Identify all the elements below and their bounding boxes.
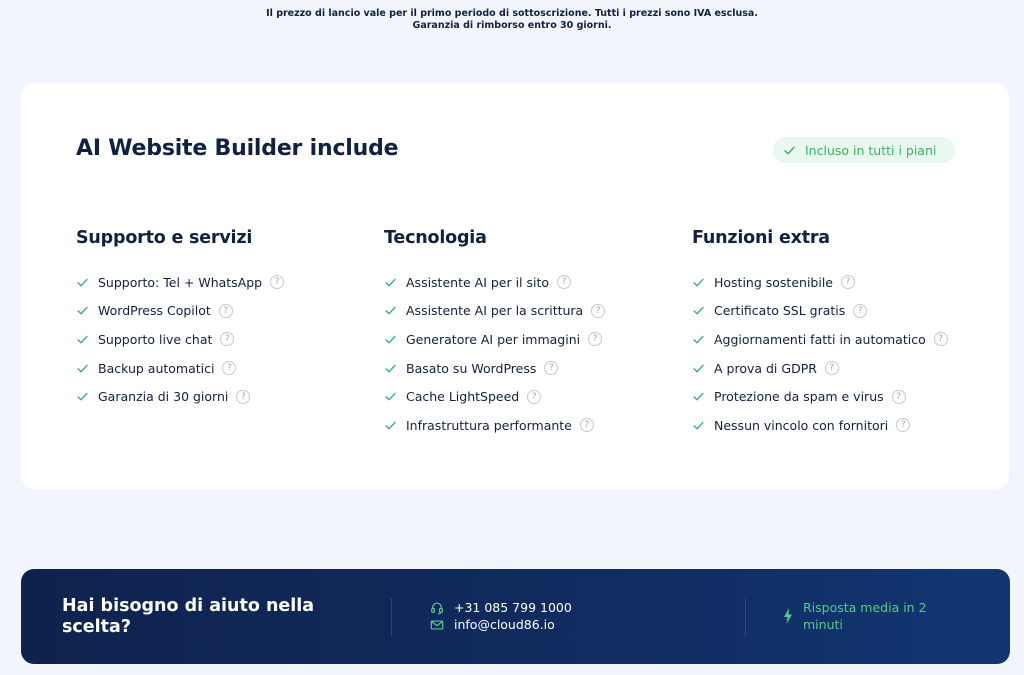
feature-label: Cache LightSpeed — [406, 389, 520, 405]
check-icon — [693, 335, 704, 344]
mail-icon — [430, 619, 444, 630]
feature-label: Basato su WordPress — [406, 360, 537, 376]
feature-list: Hosting sostenibile? Certificato SSL grat… — [692, 268, 992, 440]
response-text: Risposta media in 2 minuti — [803, 600, 927, 632]
feature-item: Assistente AI per la scrittura? — [384, 297, 684, 326]
feature-item: Protezione da spam e virus? — [692, 382, 992, 411]
help-icon[interactable]: ? — [933, 332, 948, 347]
feature-list: Supporto: Tel + WhatsApp? WordPress Copil… — [76, 268, 376, 411]
check-icon — [693, 364, 704, 373]
feature-item: A prova di GDPR? — [692, 354, 992, 383]
check-icon — [385, 335, 396, 344]
card-title: AI Website Builder include — [76, 136, 399, 161]
phone-number[interactable]: +31 085 799 1000 — [454, 600, 572, 615]
help-icon[interactable]: ? — [557, 275, 572, 290]
divider — [391, 598, 392, 636]
feature-item: Garanzia di 30 giorni? — [76, 382, 376, 411]
help-title: Hai bisogno di aiuto nella scelta? — [62, 596, 315, 637]
feature-label: Generatore AI per immagini — [406, 331, 581, 347]
feature-item: Supporto: Tel + WhatsApp? — [76, 268, 376, 297]
feature-item: Generatore AI per immagini? — [384, 325, 684, 354]
feature-item: Aggiornamenti fatti in automatico? — [692, 325, 992, 354]
feature-item: Infrastruttura performante? — [384, 411, 684, 440]
check-icon — [385, 278, 396, 287]
response-time: Risposta media in 2 minuti — [783, 599, 943, 633]
check-icon — [77, 307, 88, 315]
check-icon — [693, 278, 704, 287]
included-badge: Incluso in tutti i piani — [773, 137, 955, 163]
feature-label: A prova di GDPR — [714, 360, 817, 376]
help-icon[interactable]: ? — [236, 389, 251, 404]
column-title: Tecnologia — [384, 228, 487, 248]
feature-label: Certificato SSL gratis — [714, 303, 846, 319]
help-icon[interactable]: ? — [824, 361, 839, 376]
feature-item: WordPress Copilot? — [76, 297, 376, 326]
email-address[interactable]: info@cloud86.io — [454, 617, 555, 632]
help-icon[interactable]: ? — [579, 418, 594, 433]
email-contact[interactable]: info@cloud86.io — [430, 617, 555, 632]
phone-contact[interactable]: +31 085 799 1000 — [430, 600, 572, 615]
feature-label: Supporto: Tel + WhatsApp — [98, 274, 263, 290]
feature-label: Hosting sostenibile — [714, 274, 833, 290]
feature-label: Nessun vincolo con fornitori — [714, 417, 889, 433]
check-icon — [77, 392, 88, 401]
feature-item: Nessun vincolo con fornitori? — [692, 411, 992, 440]
help-icon[interactable]: ? — [588, 332, 603, 347]
feature-label: Supporto live chat — [98, 331, 213, 347]
column-extra: Funzioni extra Hosting sostenibile? Certi… — [692, 228, 992, 440]
help-icon[interactable]: ? — [591, 303, 606, 318]
help-icon[interactable]: ? — [544, 361, 559, 376]
feature-label: Backup automatici — [98, 360, 215, 376]
feature-item: Backup automatici? — [76, 354, 376, 383]
features-card: AI Website Builder include Incluso in tu… — [21, 83, 1009, 489]
column-title: Funzioni extra — [692, 228, 830, 248]
check-icon — [693, 392, 704, 401]
feature-label: WordPress Copilot — [98, 303, 211, 319]
check-icon — [385, 364, 396, 373]
divider — [745, 598, 746, 636]
feature-item: Assistente AI per il sito? — [384, 268, 684, 297]
check-icon — [385, 392, 396, 401]
help-icon[interactable]: ? — [218, 303, 233, 318]
badge-label: Incluso in tutti i piani — [805, 142, 937, 158]
feature-label: Infrastruttura performante — [406, 417, 572, 433]
check-icon — [693, 421, 704, 430]
feature-item: Cache LightSpeed? — [384, 382, 684, 411]
pricing-notice: Il prezzo di lancio vale per il primo pe… — [0, 8, 1024, 32]
check-icon — [784, 146, 795, 154]
pricing-notice-line-1: Il prezzo di lancio vale per il primo pe… — [266, 8, 758, 19]
check-icon — [385, 421, 396, 430]
feature-item: Hosting sostenibile? — [692, 268, 992, 297]
help-banner: Hai bisogno di aiuto nella scelta? +31 0… — [21, 569, 1010, 664]
help-icon[interactable]: ? — [527, 389, 542, 404]
help-icon[interactable]: ? — [841, 275, 855, 290]
feature-item: Supporto live chat? — [76, 325, 376, 354]
check-icon — [77, 335, 88, 344]
feature-list: Assistente AI per il sito? Assistente AI … — [384, 268, 684, 440]
check-icon — [77, 278, 88, 287]
feature-label: Assistente AI per la scrittura — [406, 303, 584, 319]
help-icon[interactable]: ? — [896, 418, 911, 433]
column-support: Supporto e servizi Supporto: Tel + Whats… — [76, 228, 376, 411]
column-title: Supporto e servizi — [76, 228, 253, 248]
feature-label: Garanzia di 30 giorni — [98, 389, 229, 405]
check-icon — [385, 307, 396, 315]
feature-label: Assistente AI per il sito — [406, 274, 550, 290]
column-technology: Tecnologia Assistente AI per il sito? Ass… — [384, 228, 684, 440]
help-icon[interactable]: ? — [270, 275, 285, 290]
pricing-notice-line-2: Garanzia di rimborso entro 30 giorni. — [412, 20, 612, 31]
feature-label: Protezione da spam e virus — [714, 389, 884, 405]
feature-item: Basato su WordPress? — [384, 354, 684, 383]
check-icon — [77, 364, 88, 373]
help-icon[interactable]: ? — [853, 303, 868, 318]
help-icon[interactable]: ? — [891, 389, 906, 404]
help-icon[interactable]: ? — [220, 332, 235, 347]
feature-label: Aggiornamenti fatti in automatico — [714, 331, 926, 347]
headset-icon — [431, 602, 443, 614]
feature-item: Certificato SSL gratis? — [692, 297, 992, 326]
lightning-icon — [784, 608, 792, 624]
help-icon[interactable]: ? — [222, 361, 237, 376]
check-icon — [693, 307, 704, 315]
